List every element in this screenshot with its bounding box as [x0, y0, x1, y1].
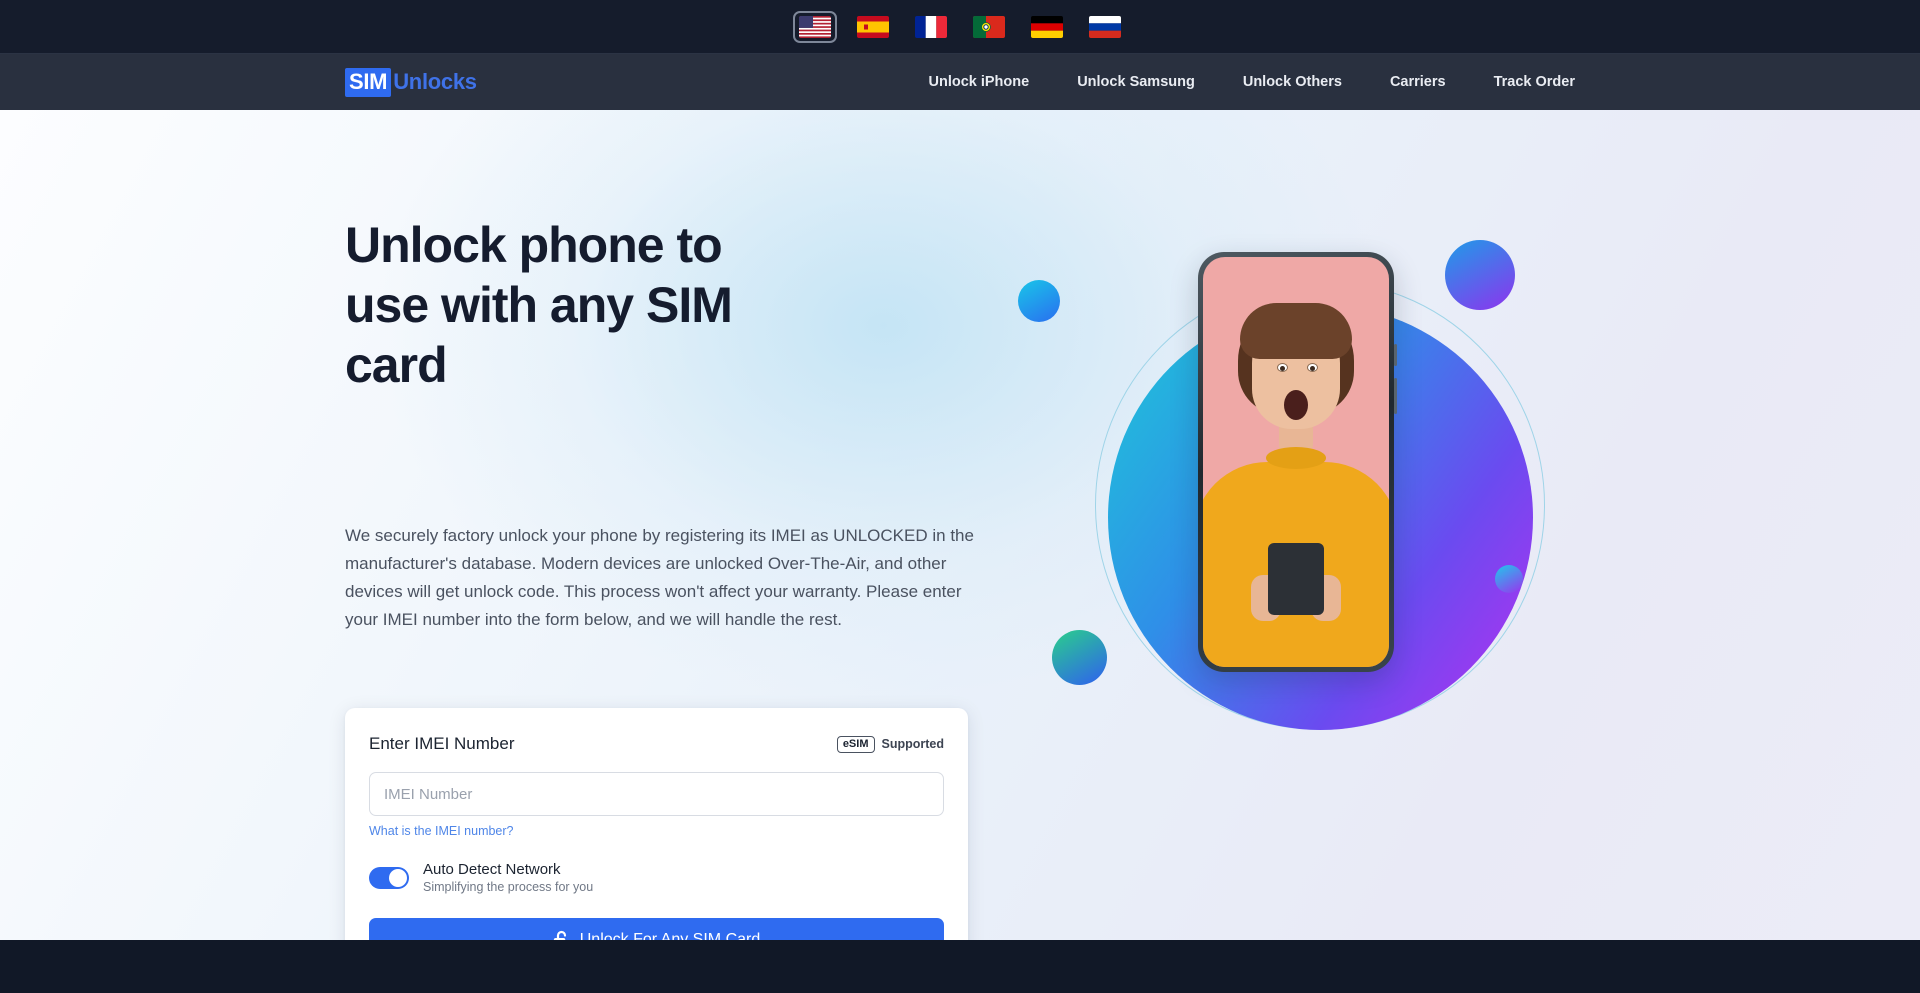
phone-screen-photo [1203, 257, 1389, 667]
nav-item-unlock-others[interactable]: Unlock Others [1243, 74, 1342, 90]
language-option-portuguese[interactable] [967, 11, 1011, 43]
decorative-sphere-blue [1018, 280, 1060, 322]
language-option-german[interactable] [1025, 11, 1069, 43]
germany-flag-icon [1031, 15, 1063, 38]
spain-flag-icon [857, 15, 889, 38]
phone-power-button [1394, 378, 1397, 414]
auto-detect-text: Auto Detect Network Simplifying the proc… [423, 860, 593, 896]
language-option-russian[interactable] [1083, 11, 1127, 43]
woman-open-mouth [1284, 390, 1308, 420]
logo-sim-badge: SIM [345, 67, 392, 97]
russia-flag-icon [1089, 15, 1121, 38]
auto-detect-label: Auto Detect Network [423, 861, 561, 878]
phone-volume-button [1394, 344, 1397, 366]
imei-input[interactable] [369, 772, 944, 816]
woman-hair-front [1240, 303, 1352, 359]
language-bar [0, 0, 1920, 54]
nav-link-list: Unlock iPhone Unlock Samsung Unlock Othe… [928, 74, 1575, 90]
esim-supported-badge: eSIM Supported [836, 735, 945, 753]
held-phone [1268, 543, 1324, 615]
hero-section: Unlock phone to use with any SIM card We… [0, 110, 1920, 940]
hero-artwork [1018, 235, 1600, 815]
site-logo[interactable]: SIM Unlocks [345, 67, 477, 97]
open-padlock-icon [553, 930, 566, 940]
woman-right-pupil [1310, 366, 1315, 371]
nav-item-track-order[interactable]: Track Order [1494, 74, 1575, 90]
nav-item-carriers[interactable]: Carriers [1390, 74, 1446, 90]
us-flag-icon [799, 15, 831, 38]
decorative-sphere-green [1052, 630, 1107, 685]
footer-band [0, 940, 1920, 993]
nav-item-unlock-samsung[interactable]: Unlock Samsung [1077, 74, 1195, 90]
logo-unlocks-text: Unlocks [393, 69, 477, 94]
decorative-sphere-purple [1445, 240, 1515, 310]
auto-detect-sublabel: Simplifying the process for you [423, 880, 594, 894]
esim-supported-label: Supported [881, 737, 945, 751]
imei-form-card: Enter IMEI Number eSIM Supported What is… [345, 708, 968, 940]
decorative-sphere-small [1495, 565, 1523, 593]
france-flag-icon [915, 15, 947, 38]
portugal-flag-icon [973, 15, 1005, 38]
imei-help-link[interactable]: What is the IMEI number? [369, 824, 514, 838]
esim-chip: eSIM [836, 735, 875, 753]
auto-detect-toggle[interactable] [369, 867, 409, 889]
sweater-collar [1266, 447, 1326, 469]
hero-description: We securely factory unlock your phone by… [345, 526, 974, 629]
woman-left-pupil [1280, 366, 1285, 371]
phone-mockup [1198, 252, 1397, 672]
unlock-submit-button[interactable]: Unlock For Any SIM Card [369, 918, 944, 940]
page-title: Unlock phone to use with any SIM card [345, 217, 733, 393]
auto-detect-row: Auto Detect Network Simplifying the proc… [369, 860, 944, 896]
language-option-spanish[interactable] [851, 11, 895, 43]
language-option-english[interactable] [793, 10, 837, 43]
toggle-knob [389, 869, 407, 887]
unlock-submit-label: Unlock For Any SIM Card [579, 930, 761, 941]
language-option-french[interactable] [909, 11, 953, 43]
form-header: Enter IMEI Number eSIM Supported [369, 734, 944, 754]
nav-item-unlock-iphone[interactable]: Unlock iPhone [928, 74, 1029, 90]
main-navigation: SIM Unlocks Unlock iPhone Unlock Samsung… [0, 54, 1920, 110]
form-title: Enter IMEI Number [369, 734, 515, 753]
